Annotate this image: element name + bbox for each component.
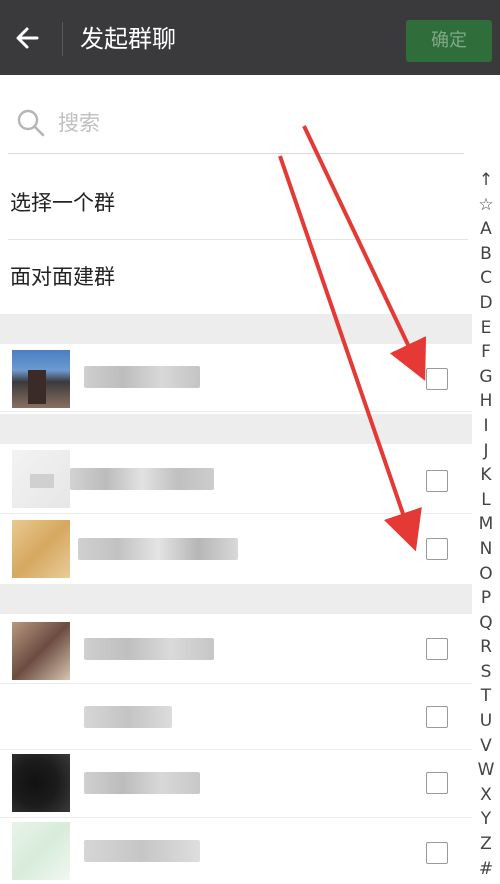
index-letter[interactable]: S [474,660,498,685]
search-input[interactable] [58,104,438,142]
avatar [12,688,70,746]
contact-row[interactable] [0,818,472,884]
contact-row[interactable] [0,344,472,412]
index-letter[interactable]: O [474,562,498,587]
contact-checkbox[interactable] [426,638,448,660]
index-letter[interactable]: Q [474,611,498,636]
section-header [0,414,472,444]
row-divider [0,411,472,412]
confirm-button[interactable]: 确定 [406,20,492,62]
app-root: 发起群聊 确定 选择一个群 面对面建群 [0,0,500,884]
avatar [12,754,70,812]
top-bar: 发起群聊 确定 [0,0,500,75]
alphabet-index[interactable]: ↑ ☆ A B C D E F G H I J K L M N O P Q R S T U V W X Y Z # [474,168,498,881]
index-letter[interactable]: U [474,709,498,734]
back-button[interactable] [10,20,46,56]
contact-name-blurred [84,638,214,660]
avatar [12,350,70,408]
index-letter[interactable]: L [474,488,498,513]
index-letter[interactable]: C [474,266,498,291]
index-letter[interactable]: Y [474,807,498,832]
contact-checkbox[interactable] [426,772,448,794]
index-letter[interactable]: A [474,217,498,242]
contact-row[interactable] [0,444,472,514]
contact-name-blurred [84,366,200,388]
contact-name-blurred [78,538,238,560]
index-letter[interactable]: K [474,463,498,488]
avatar [12,520,70,578]
contact-checkbox[interactable] [426,706,448,728]
index-letter[interactable]: ☆ [474,193,498,218]
contact-row[interactable] [0,614,472,684]
avatar [12,450,70,508]
index-letter[interactable]: B [474,242,498,267]
search-icon [17,109,45,137]
section-header [0,314,472,344]
search-bar [8,92,464,154]
index-letter[interactable]: J [474,439,498,464]
index-letter[interactable]: M [474,512,498,537]
avatar [12,822,70,880]
index-letter[interactable]: X [474,783,498,808]
avatar [12,622,70,680]
contact-row[interactable] [0,514,472,584]
contact-checkbox[interactable] [426,368,448,390]
contact-row[interactable] [0,684,472,750]
arrow-left-icon [16,27,39,49]
index-letter[interactable]: N [474,537,498,562]
index-letter[interactable]: ↑ [474,168,498,193]
contact-checkbox[interactable] [426,842,448,864]
index-letter[interactable]: G [474,365,498,390]
contact-name-blurred [84,840,200,862]
header-divider [62,22,63,56]
contact-row[interactable] [0,750,472,818]
index-letter[interactable]: F [474,340,498,365]
contact-name-blurred [84,772,200,794]
contact-name-blurred [84,706,172,728]
index-letter[interactable]: Z [474,832,498,857]
contact-checkbox[interactable] [426,538,448,560]
index-letter[interactable]: W [474,758,498,783]
contact-checkbox[interactable] [426,470,448,492]
index-letter[interactable]: D [474,291,498,316]
index-letter[interactable]: # [474,857,498,882]
contact-name-blurred [70,468,214,490]
index-letter[interactable]: I [474,414,498,439]
face-to-face-group-item[interactable]: 面对面建群 [8,240,468,314]
index-letter[interactable]: P [474,586,498,611]
index-letter[interactable]: T [474,684,498,709]
page-title: 发起群聊 [80,25,176,53]
section-header [0,584,472,614]
index-letter[interactable]: R [474,635,498,660]
index-letter[interactable]: E [474,316,498,341]
select-group-item[interactable]: 选择一个群 [8,166,468,240]
index-letter[interactable]: H [474,389,498,414]
index-letter[interactable]: V [474,734,498,759]
